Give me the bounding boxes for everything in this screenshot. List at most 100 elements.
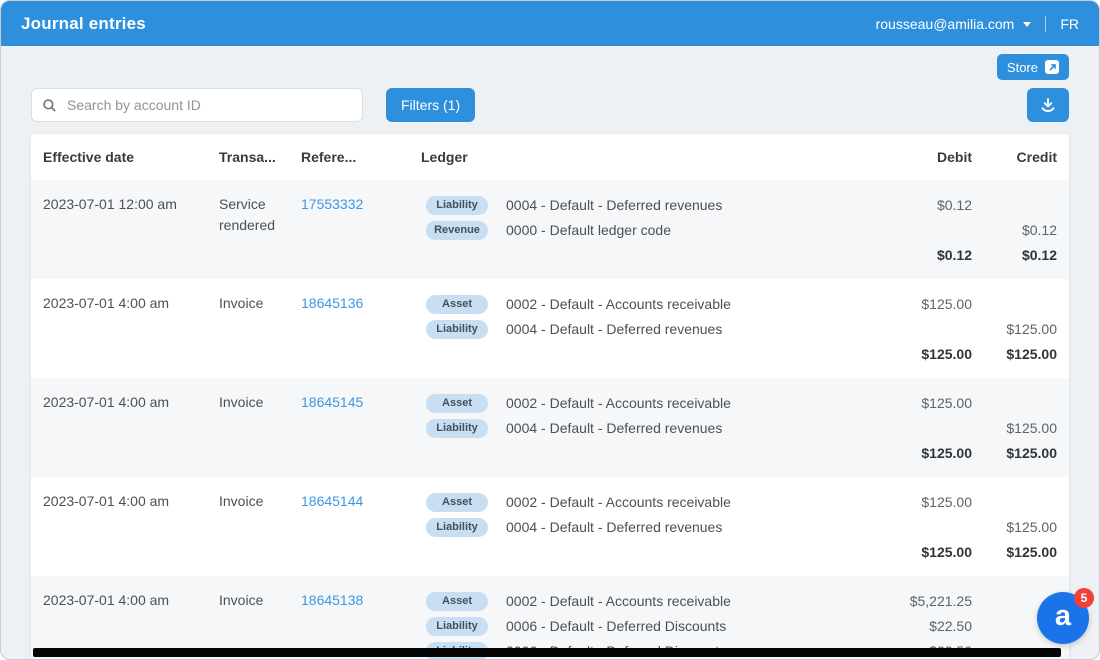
total-credit: $125.00 [972, 346, 1069, 362]
notification-badge: 5 [1074, 588, 1094, 608]
ledger-lines: Liability 0004 - Default - Deferred reve… [391, 192, 1069, 267]
user-email: rousseau@amilia.com [876, 16, 1015, 32]
ledger-account: 0000 - Default ledger code [500, 222, 862, 238]
topbar-divider [1045, 16, 1046, 32]
ledger-line: Liability 0004 - Default - Deferred reve… [421, 316, 1069, 341]
ledger-lines: Asset 0002 - Default - Accounts receivab… [391, 489, 1069, 564]
ledger-line: Asset 0002 - Default - Accounts receivab… [421, 489, 1069, 514]
store-row: Store [31, 54, 1069, 80]
ledger-account: 0002 - Default - Accounts receivable [500, 296, 862, 312]
ledger-account: 0004 - Default - Deferred revenues [500, 420, 862, 436]
debit-amount: $125.00 [862, 395, 972, 411]
ledger-account: 0002 - Default - Accounts receivable [500, 395, 862, 411]
chat-widget-button[interactable]: a 5 [1037, 592, 1089, 644]
transaction-type: Invoice [219, 390, 301, 465]
chevron-down-icon [1023, 22, 1031, 27]
ledger-type-badge: Asset [426, 394, 488, 413]
table-row: 2023-07-01 4:00 am Invoice 18645145 Asse… [31, 378, 1069, 477]
bottom-bar [33, 648, 1061, 657]
toolbar: Filters (1) [31, 88, 1069, 122]
ledger-account: 0004 - Default - Deferred revenues [500, 321, 862, 337]
reference-link[interactable]: 18645136 [301, 295, 363, 311]
download-button[interactable] [1027, 88, 1069, 122]
ledger-type-cell: Revenue [421, 220, 500, 240]
transaction-type: Invoice [219, 291, 301, 366]
row-totals: $0.12 $0.12 [421, 242, 1069, 267]
ledger-type-cell: Liability [421, 616, 500, 636]
filters-button[interactable]: Filters (1) [386, 88, 475, 122]
ledger-line: Liability 0004 - Default - Deferred reve… [421, 514, 1069, 539]
search-box [31, 88, 363, 122]
debit-amount: $22.50 [862, 618, 972, 634]
ledger-type-cell: Asset [421, 393, 500, 413]
column-debit: Debit [862, 149, 972, 165]
ledger-type-badge: Liability [426, 518, 488, 537]
total-credit: $0.12 [972, 247, 1069, 263]
effective-date: 2023-07-01 4:00 am [31, 291, 219, 366]
column-credit: Credit [972, 149, 1069, 165]
reference-link[interactable]: 18645145 [301, 394, 363, 410]
total-debit: $0.12 [862, 247, 972, 263]
column-effective-date: Effective date [31, 149, 219, 165]
column-transaction: Transa... [219, 149, 301, 165]
search-input[interactable] [65, 96, 352, 114]
total-debit: $125.00 [862, 445, 972, 461]
page-content: Store Filters (1) Effective date Transa.… [1, 46, 1099, 660]
external-link-icon [1045, 60, 1059, 74]
ledger-type-badge: Liability [426, 617, 488, 636]
store-button[interactable]: Store [997, 54, 1069, 80]
row-totals: $125.00 $125.00 [421, 440, 1069, 465]
reference-cell: 18645144 [301, 489, 391, 564]
app-window: Journal entries rousseau@amilia.com FR S… [0, 0, 1100, 660]
reference-cell: 18645136 [301, 291, 391, 366]
ledger-account: 0002 - Default - Accounts receivable [500, 593, 862, 609]
effective-date: 2023-07-01 4:00 am [31, 390, 219, 465]
table-row: 2023-07-01 4:00 am Invoice 18645136 Asse… [31, 279, 1069, 378]
credit-amount: $125.00 [972, 321, 1069, 337]
top-navbar: Journal entries rousseau@amilia.com FR [1, 1, 1099, 46]
ledger-type-badge: Liability [426, 196, 488, 215]
table-body: 2023-07-01 12:00 am Service rendered 175… [31, 180, 1069, 660]
ledger-line: Revenue 0000 - Default ledger code $0.12 [421, 217, 1069, 242]
ledger-type-cell: Liability [421, 418, 500, 438]
reference-link[interactable]: 18645144 [301, 493, 363, 509]
reference-cell: 18645145 [301, 390, 391, 465]
store-button-label: Store [1007, 60, 1038, 75]
total-debit: $125.00 [862, 544, 972, 560]
search-icon [42, 98, 57, 113]
debit-amount: $0.12 [862, 197, 972, 213]
transaction-type: Service rendered [219, 192, 301, 267]
ledger-type-badge: Asset [426, 493, 488, 512]
reference-link[interactable]: 18645138 [301, 592, 363, 608]
reference-link[interactable]: 17553332 [301, 196, 363, 212]
ledger-type-cell: Liability [421, 319, 500, 339]
language-toggle[interactable]: FR [1060, 16, 1079, 32]
ledger-line: Asset 0002 - Default - Accounts receivab… [421, 390, 1069, 415]
reference-cell: 17553332 [301, 192, 391, 267]
table-row: 2023-07-01 12:00 am Service rendered 175… [31, 180, 1069, 279]
ledger-type-cell: Liability [421, 517, 500, 537]
ledger-line: Liability 0004 - Default - Deferred reve… [421, 192, 1069, 217]
ledger-type-badge: Revenue [426, 221, 488, 240]
ledger-line: Asset 0002 - Default - Accounts receivab… [421, 588, 1069, 613]
user-menu[interactable]: rousseau@amilia.com [876, 16, 1032, 32]
ledger-account: 0004 - Default - Deferred revenues [500, 197, 862, 213]
ledger-type-badge: Asset [426, 592, 488, 611]
ledger-lines: Asset 0002 - Default - Accounts receivab… [391, 390, 1069, 465]
credit-amount: $0.12 [972, 222, 1069, 238]
ledger-line: Liability 0004 - Default - Deferred reve… [421, 415, 1069, 440]
ledger-type-badge: Asset [426, 295, 488, 314]
ledger-line: Asset 0002 - Default - Accounts receivab… [421, 291, 1069, 316]
page-title: Journal entries [21, 14, 146, 34]
debit-amount: $125.00 [862, 296, 972, 312]
ledger-account: 0002 - Default - Accounts receivable [500, 494, 862, 510]
row-totals: $125.00 $125.00 [421, 539, 1069, 564]
total-credit: $125.00 [972, 544, 1069, 560]
ledger-type-cell: Asset [421, 294, 500, 314]
effective-date: 2023-07-01 12:00 am [31, 192, 219, 267]
row-totals: $125.00 $125.00 [421, 341, 1069, 366]
ledger-account: 0004 - Default - Deferred revenues [500, 519, 862, 535]
debit-amount: $5,221.25 [862, 593, 972, 609]
column-ledger: Ledger [391, 149, 862, 165]
credit-amount: $125.00 [972, 420, 1069, 436]
